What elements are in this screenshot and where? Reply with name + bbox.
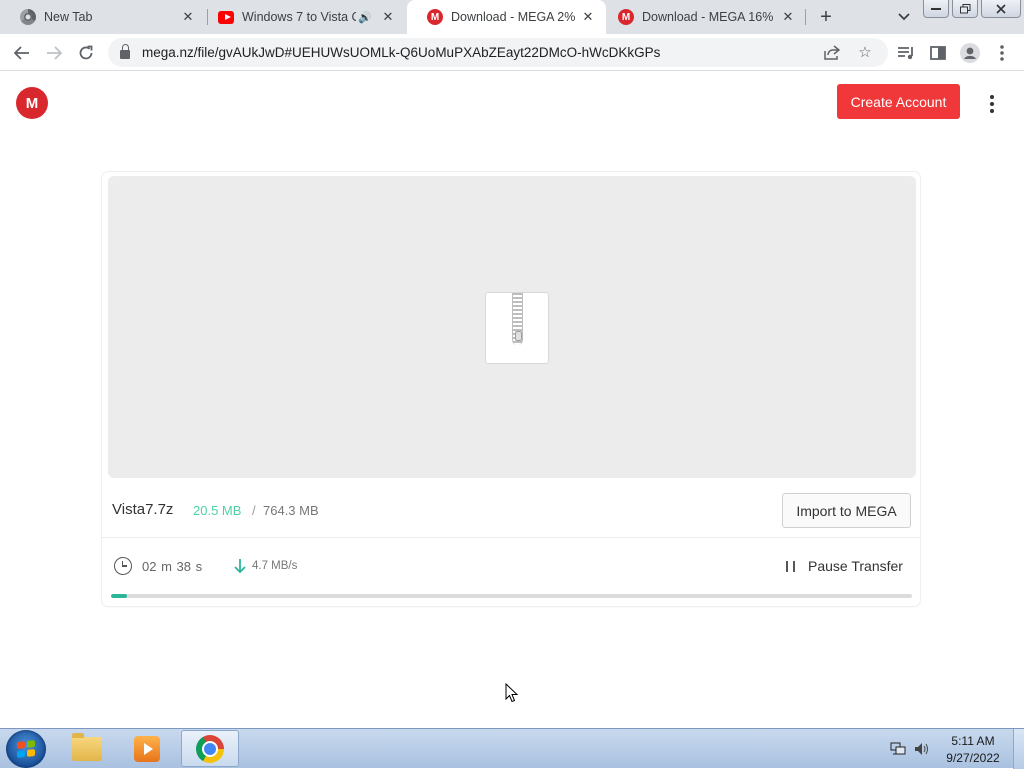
back-arrow-icon[interactable] [10,41,34,65]
mega-logo[interactable]: M [16,87,48,119]
show-desktop-button[interactable] [1013,729,1024,769]
mega-icon: M [618,9,634,25]
tab-search-chevron-icon[interactable] [894,7,914,27]
windows-taskbar: 5:11 AM 9/27/2022 [0,728,1024,769]
taskbar-clock-date[interactable]: 9/27/2022 [940,751,1006,765]
folder-icon [72,732,102,761]
tab-title: Download - MEGA 16% [642,10,774,24]
youtube-icon [218,10,234,24]
windows-logo-icon [17,740,35,758]
download-arrow-icon [233,558,247,574]
downloaded-size: 20.5 MB [193,503,242,518]
pause-icon[interactable] [786,561,795,572]
media-player-icon [134,735,160,762]
browser-menu-icon[interactable] [990,41,1014,65]
mouse-cursor-icon [505,683,519,703]
size-separator: / [252,503,256,518]
profile-avatar-icon[interactable] [958,41,982,65]
tab-title: Download - MEGA 2% [451,10,576,24]
tab-mega-2[interactable]: M Download - MEGA 2% ✕ [407,0,606,34]
taskbar-explorer[interactable] [58,730,116,767]
close-icon[interactable]: ✕ [180,9,196,25]
taskbar-chrome[interactable] [181,730,239,767]
clock-icon [114,557,132,575]
url-text[interactable]: mega.nz/file/gvAUkJwD#UEHUWsUOMLk-Q6UoMu… [142,45,660,60]
time-remaining: 02 m 38 s [142,559,203,574]
speaker-icon[interactable]: 🔊 [358,11,372,24]
tab-youtube[interactable]: Windows 7 to Vista C 🔊 ✕ [198,0,406,34]
chrome-icon [196,734,224,763]
total-size: 764.3 MB [263,503,319,518]
bookmark-star-icon[interactable]: ☆ [854,41,876,63]
taskbar-clock-time[interactable]: 5:11 AM [940,734,1006,748]
address-bar[interactable]: mega.nz/file/gvAUkJwD#UEHUWsUOMLk-Q6UoMu… [108,38,888,67]
network-icon[interactable] [890,741,906,757]
taskbar-media-player[interactable] [118,730,176,767]
tab-title: New Tab [44,10,93,24]
share-icon[interactable] [821,41,843,63]
start-button[interactable] [6,730,46,768]
file-info-row: Vista7.7z 20.5 MB / 764.3 MB Import to M… [102,484,920,538]
create-account-button[interactable]: Create Account [837,84,960,119]
browser-toolbar: mega.nz/file/gvAUkJwD#UEHUWsUOMLk-Q6UoMu… [0,34,1024,71]
download-card: Vista7.7z 20.5 MB / 764.3 MB Import to M… [102,172,920,606]
download-progress-bar [111,594,912,598]
zip-file-icon [485,292,549,364]
tab-mega-16[interactable]: M Download - MEGA 16% ✕ [598,0,806,34]
chrome-icon [20,9,36,25]
reload-icon[interactable] [74,41,98,65]
tab-separator [805,9,806,25]
tab-title: Windows 7 to Vista C [242,10,357,24]
volume-icon[interactable] [914,741,930,757]
file-preview [108,176,916,478]
media-queue-icon[interactable] [894,41,918,65]
file-name: Vista7.7z [112,501,174,518]
close-icon[interactable]: ✕ [580,9,596,25]
more-options-icon[interactable] [982,92,1002,116]
mega-page: M Create Account Vista7.7z 20.5 MB / 764… [0,72,1024,728]
minimize-icon[interactable] [923,0,949,18]
side-panel-icon[interactable] [926,41,950,65]
tab-strip: New Tab ✕ Windows 7 to Vista C 🔊 ✕ M Dow… [0,0,1024,34]
restore-icon[interactable] [952,0,978,18]
close-icon[interactable]: ✕ [780,9,796,25]
pause-transfer-button[interactable]: Pause Transfer [808,558,903,574]
window-controls [923,0,1024,18]
transfer-speed: 4.7 MB/s [252,560,298,572]
close-window-icon[interactable] [981,0,1021,18]
transfer-status-row: 02 m 38 s 4.7 MB/s Pause Transfer [102,538,920,594]
tab-new-tab[interactable]: New Tab ✕ [0,0,206,34]
progress-fill [111,594,128,598]
close-icon[interactable]: ✕ [380,9,396,25]
mega-icon: M [427,9,443,25]
new-tab-plus-icon[interactable]: + [814,5,838,29]
lock-icon[interactable] [120,44,130,59]
import-to-mega-button[interactable]: Import to MEGA [782,493,911,528]
forward-arrow-icon[interactable] [42,41,66,65]
